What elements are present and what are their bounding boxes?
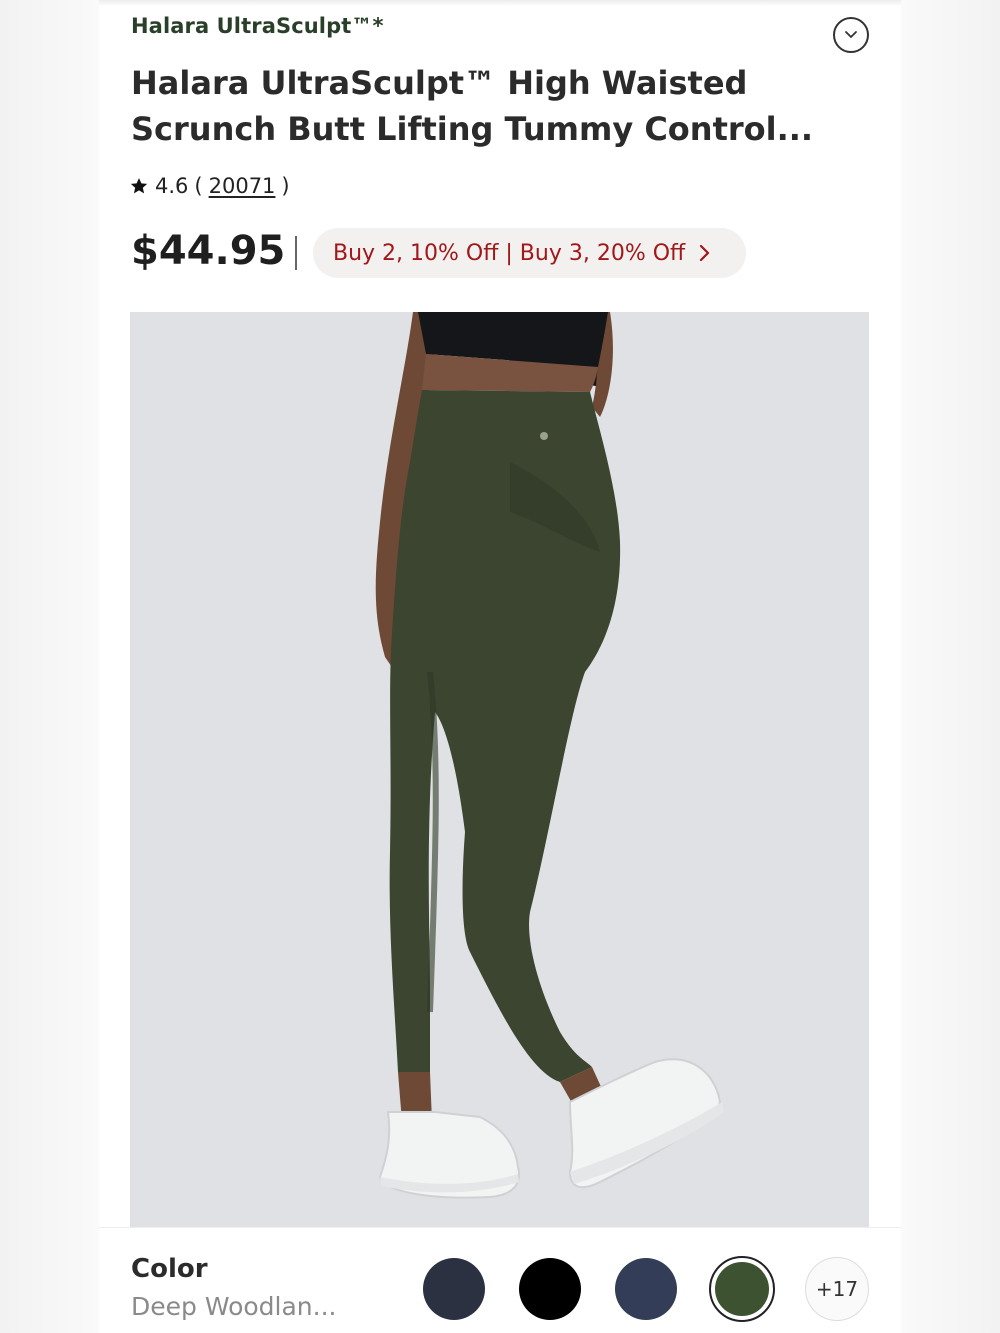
- color-selector-bar: Color Deep Woodlan... +17: [99, 1227, 901, 1333]
- rating-paren-close: ): [281, 174, 290, 198]
- page-margin-right: [900, 0, 1000, 1333]
- brand-name[interactable]: Halara UltraSculpt™*: [131, 14, 384, 38]
- chevron-right-icon: [700, 244, 710, 262]
- collapse-button[interactable]: [833, 17, 869, 53]
- product-title-line-2: Scrunch Butt Lifting Tummy Control...: [131, 110, 814, 148]
- page-margin-left: [0, 0, 100, 1333]
- promo-banner[interactable]: Buy 2, 10% Off | Buy 3, 20% Off: [313, 228, 746, 278]
- color-swatch-blue[interactable]: [615, 1258, 677, 1320]
- star-icon: [130, 178, 148, 194]
- more-colors-button[interactable]: +17: [805, 1257, 869, 1321]
- product-card: Halara UltraSculpt™* Halara UltraSculpt™…: [99, 0, 901, 1333]
- product-image[interactable]: [130, 312, 869, 1232]
- product-photo-illustration: [130, 312, 869, 1232]
- price-divider: [295, 236, 297, 270]
- color-label: Color: [131, 1254, 208, 1284]
- color-swatch-green-selected[interactable]: [709, 1256, 775, 1322]
- color-swatch-green-fill: [715, 1262, 769, 1316]
- rating-value: 4.6: [155, 174, 189, 198]
- promo-text: Buy 2, 10% Off | Buy 3, 20% Off: [333, 240, 686, 266]
- rating-paren-open: (: [194, 174, 203, 198]
- chevron-down-icon: [845, 31, 857, 38]
- rating-row[interactable]: 4.6 (20071): [129, 170, 290, 202]
- top-shadow: [99, 0, 901, 6]
- color-swatch-navy[interactable]: [423, 1258, 485, 1320]
- selected-color-name: Deep Woodlan...: [131, 1292, 337, 1321]
- review-count-link[interactable]: 20071: [209, 174, 276, 198]
- product-title: Halara UltraSculpt™ High Waisted Scrunch…: [131, 60, 831, 152]
- product-title-line-1: Halara UltraSculpt™ High Waisted: [131, 64, 748, 102]
- color-swatch-black[interactable]: [519, 1258, 581, 1320]
- price: $44.95: [131, 228, 286, 274]
